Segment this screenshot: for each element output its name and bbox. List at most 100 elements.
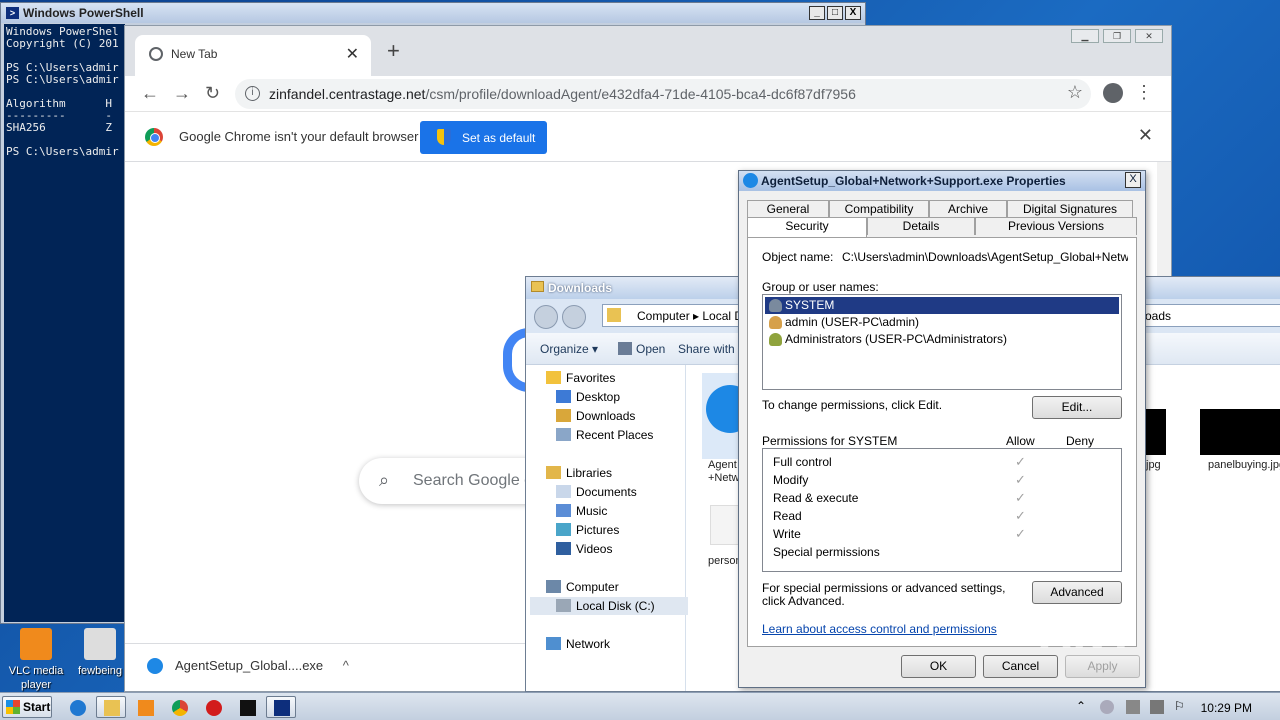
- tree-item[interactable]: Libraries: [544, 464, 612, 482]
- group-item[interactable]: SYSTEM: [765, 297, 1119, 314]
- taskbar-chrome[interactable]: [164, 696, 194, 718]
- group-item[interactable]: Administrators (USER-PC\Administrators): [765, 331, 1119, 348]
- tab-security[interactable]: Security: [747, 217, 867, 237]
- infobar-close-icon[interactable]: ✕: [1138, 125, 1153, 146]
- close-button[interactable]: X: [1125, 172, 1141, 188]
- reload-icon[interactable]: ↻: [205, 83, 220, 104]
- minimize-button[interactable]: ▁: [1071, 29, 1099, 43]
- tree-item[interactable]: Network: [544, 635, 610, 653]
- back-button[interactable]: [534, 305, 558, 329]
- learn-link[interactable]: Learn about access control and permissio…: [762, 622, 997, 636]
- start-button[interactable]: Start: [2, 696, 52, 718]
- taskbar-ie[interactable]: [62, 696, 92, 718]
- taskbar-opera[interactable]: [198, 696, 228, 718]
- search-box[interactable]: oads: [1138, 304, 1280, 327]
- allow-check-icon: ✓: [1015, 508, 1026, 523]
- forward-arrow-icon[interactable]: →: [173, 83, 191, 104]
- tree-item-label: Desktop: [576, 390, 621, 404]
- back-arrow-icon[interactable]: ←: [141, 83, 159, 104]
- tree-item-icon: [556, 485, 571, 498]
- forward-button[interactable]: [562, 305, 586, 329]
- edit-button[interactable]: Edit...: [1032, 396, 1122, 419]
- flag-icon[interactable]: ⚐: [1174, 699, 1185, 713]
- tree-item[interactable]: Videos: [554, 540, 612, 558]
- browser-toolbar: ← → ↻ i zinfandel.centrastage.net/csm/pr…: [125, 76, 1171, 112]
- tab-previous-versions[interactable]: Previous Versions: [975, 217, 1137, 235]
- close-button[interactable]: X: [845, 6, 861, 20]
- menu-dots-icon[interactable]: ⋮: [1135, 82, 1153, 103]
- bookmark-star-icon[interactable]: ☆: [1067, 82, 1083, 103]
- apply-button[interactable]: Apply: [1065, 655, 1140, 678]
- group-label: Group or user names:: [762, 280, 879, 294]
- help-icon[interactable]: [1100, 700, 1114, 714]
- desktop-icon-fewbeing[interactable]: fewbeing: [70, 628, 130, 678]
- close-button[interactable]: ✕: [1135, 29, 1163, 43]
- open-button[interactable]: Open: [618, 342, 665, 356]
- tree-item[interactable]: Local Disk (C:): [530, 597, 688, 615]
- object-name-value: C:\Users\admin\Downloads\AgentSetup_Glob…: [842, 250, 1128, 264]
- url-path: /csm/profile/downloadAgent/e432dfa4-71de…: [425, 86, 856, 102]
- ok-button[interactable]: OK: [901, 655, 976, 678]
- powershell-titlebar[interactable]: > Windows PowerShell _ □ X: [1, 3, 865, 23]
- start-label: Start: [23, 700, 51, 714]
- search-icon: ⌕: [379, 470, 390, 490]
- tab-digital-signatures[interactable]: Digital Signatures: [1007, 200, 1133, 218]
- taskbar-explorer[interactable]: [96, 696, 126, 718]
- tab-archive[interactable]: Archive: [929, 200, 1007, 218]
- organize-menu[interactable]: Organize ▾: [540, 342, 598, 356]
- search-placeholder: Search Google o: [413, 472, 534, 489]
- tree-item-label: Favorites: [566, 371, 616, 385]
- tree-item[interactable]: Pictures: [554, 521, 619, 539]
- tab-general[interactable]: General: [747, 200, 829, 218]
- tree-item-icon: [556, 599, 571, 612]
- cancel-button[interactable]: Cancel: [983, 655, 1058, 678]
- new-tab-button[interactable]: +: [387, 38, 400, 64]
- tree-item[interactable]: Desktop: [554, 388, 620, 406]
- allow-header: Allow: [1006, 434, 1035, 448]
- breadcrumb[interactable]: Computer ▸ Local Di: [602, 304, 742, 327]
- group-item[interactable]: admin (USER-PC\admin): [765, 314, 1119, 331]
- share-with-menu[interactable]: Share with: [678, 342, 735, 356]
- download-item[interactable]: AgentSetup_Global....exe ^: [147, 658, 349, 674]
- maximize-button[interactable]: □: [827, 6, 843, 20]
- network-icon[interactable]: [1126, 700, 1140, 714]
- advanced-button[interactable]: Advanced: [1032, 581, 1122, 604]
- dialog-title: AgentSetup_Global+Network+Support.exe Pr…: [761, 174, 1066, 188]
- taskbar-cmd[interactable]: [232, 696, 262, 718]
- tab-compatibility[interactable]: Compatibility: [829, 200, 929, 218]
- clock[interactable]: 10:29 PM: [1201, 701, 1252, 715]
- file-panelbuying[interactable]: [1200, 409, 1280, 455]
- taskbar-media[interactable]: [130, 696, 160, 718]
- tree-item[interactable]: Recent Places: [554, 426, 653, 444]
- minimize-button[interactable]: _: [809, 6, 825, 20]
- taskbar-powershell[interactable]: [266, 696, 296, 718]
- tree-item[interactable]: Favorites: [544, 369, 615, 387]
- account-icon[interactable]: [1103, 83, 1123, 103]
- tab-close-icon[interactable]: ✕: [346, 44, 359, 64]
- desktop-icon-vlc[interactable]: VLC media player: [6, 628, 66, 692]
- tree-item[interactable]: Documents: [554, 483, 637, 501]
- powershell-console[interactable]: Windows PowerShel Copyright (C) 201 PS C…: [4, 24, 125, 622]
- user-group-icon: [769, 333, 782, 346]
- tree-item-label: Downloads: [576, 409, 636, 423]
- tree-item-icon: [546, 580, 561, 593]
- chrome-icon: [172, 700, 188, 716]
- chevron-up-icon[interactable]: ^: [343, 658, 349, 673]
- deny-header: Deny: [1066, 434, 1095, 448]
- tree-item[interactable]: Computer: [544, 578, 619, 596]
- permission-row: Special permissions: [773, 545, 1113, 563]
- file-person[interactable]: [710, 505, 740, 545]
- file-label: person: [708, 555, 742, 567]
- tab-details[interactable]: Details: [867, 217, 975, 235]
- dialog-titlebar[interactable]: AgentSetup_Global+Network+Support.exe Pr…: [739, 171, 1145, 191]
- tree-item[interactable]: Music: [554, 502, 607, 520]
- info-icon[interactable]: i: [245, 86, 260, 101]
- address-bar[interactable]: i zinfandel.centrastage.net/csm/profile/…: [235, 79, 1091, 109]
- tree-item[interactable]: Downloads: [554, 407, 635, 425]
- tab-new-tab[interactable]: New Tab ✕: [135, 35, 371, 76]
- tray-expand-icon[interactable]: ⌃: [1076, 699, 1086, 713]
- permission-name: Modify: [773, 473, 809, 487]
- set-default-button[interactable]: Set as default: [420, 121, 547, 154]
- volume-icon[interactable]: [1150, 700, 1164, 714]
- restore-button[interactable]: ❐: [1103, 29, 1131, 43]
